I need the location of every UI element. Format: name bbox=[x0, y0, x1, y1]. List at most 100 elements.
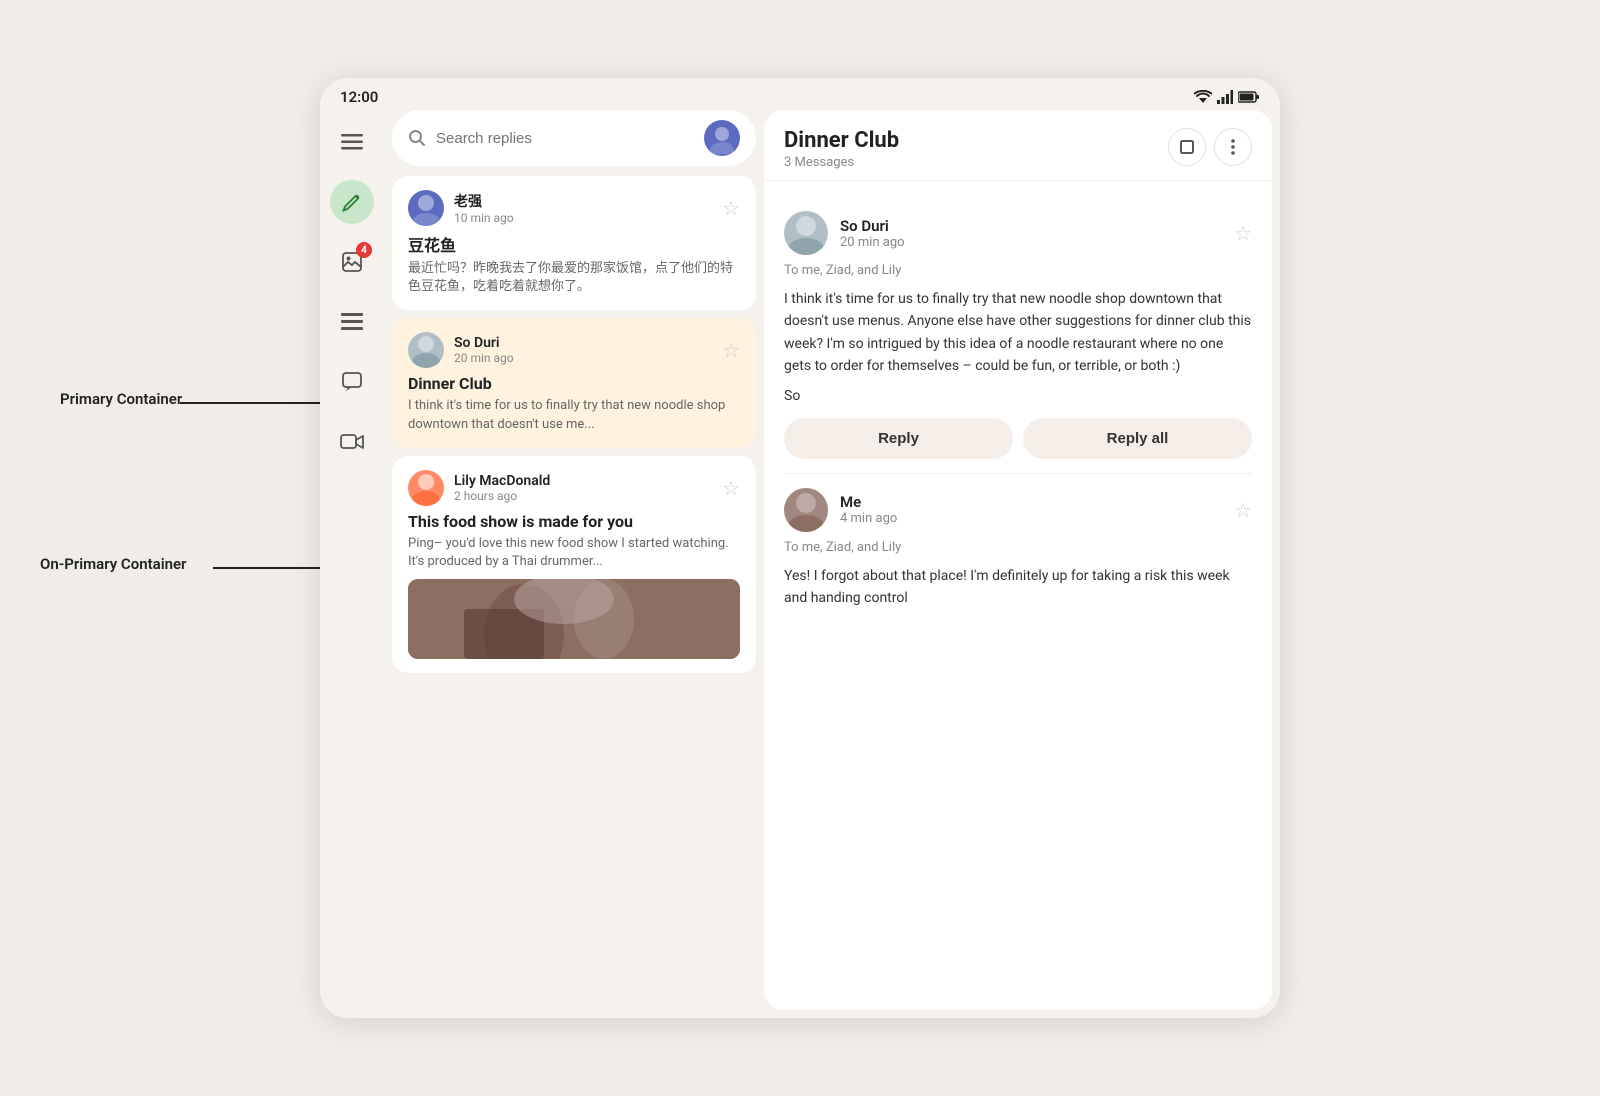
message-item-2: Me 4 min ago ☆ To me, Ziad, and Lily Yes… bbox=[784, 474, 1252, 624]
email-2-sender-details: So Duri 20 min ago bbox=[454, 335, 514, 365]
detail-message-count: 3 Messages bbox=[784, 155, 899, 170]
email-card-1[interactable]: 老强 10 min ago ☆ 豆花鱼 最近忙吗？昨晚我去了你最爱的那家饭馆，点… bbox=[392, 176, 756, 310]
main-area: 4 bbox=[320, 110, 1280, 1018]
email-1-avatar-img bbox=[408, 190, 444, 226]
email-card-3-sender-info: Lily MacDonald 2 hours ago bbox=[408, 470, 550, 506]
compose-button[interactable] bbox=[330, 180, 374, 224]
email-card-2[interactable]: So Duri 20 min ago ☆ Dinner Club I think… bbox=[392, 318, 756, 447]
detail-header: Dinner Club 3 Messages bbox=[764, 110, 1272, 181]
user-avatar-img bbox=[706, 122, 738, 154]
email-3-preview: Ping– you'd love this new food show I st… bbox=[408, 535, 740, 571]
detail-square-btn[interactable] bbox=[1168, 128, 1206, 166]
email-3-subject: This food show is made for you bbox=[408, 512, 740, 531]
detail-title: Dinner Club bbox=[784, 128, 899, 153]
message-1-sign: So bbox=[784, 388, 1252, 404]
sidebar: 4 bbox=[320, 110, 384, 1018]
detail-more-btn[interactable] bbox=[1214, 128, 1252, 166]
email-3-avatar-img bbox=[408, 470, 444, 506]
search-icon bbox=[408, 129, 426, 147]
annotation-primary: Primary Container bbox=[60, 390, 182, 408]
email-3-sender-time: 2 hours ago bbox=[454, 489, 550, 503]
message-2-star[interactable]: ☆ bbox=[1234, 498, 1252, 522]
email-1-star[interactable]: ☆ bbox=[722, 196, 740, 220]
detail-body: So Duri 20 min ago ☆ To me, Ziad, and Li… bbox=[764, 181, 1272, 1010]
message-item-1: So Duri 20 min ago ☆ To me, Ziad, and Li… bbox=[784, 197, 1252, 474]
message-1-time: 20 min ago bbox=[840, 235, 905, 250]
reply-buttons: Reply Reply all bbox=[784, 418, 1252, 459]
chat-icon bbox=[341, 371, 363, 393]
video-icon-btn[interactable] bbox=[330, 420, 374, 464]
video-icon bbox=[340, 433, 364, 451]
message-1-body: I think it's time for us to finally try … bbox=[784, 288, 1252, 378]
annotation-on-primary: On-Primary Container bbox=[40, 555, 186, 573]
email-2-subject: Dinner Club bbox=[408, 374, 740, 393]
email-2-preview: I think it's time for us to finally try … bbox=[408, 397, 740, 433]
message-2-body: Yes! I forgot about that place! I'm defi… bbox=[784, 565, 1252, 610]
message-2-to: To me, Ziad, and Lily bbox=[784, 540, 1252, 555]
email-3-sender-details: Lily MacDonald 2 hours ago bbox=[454, 473, 550, 503]
annotation-on-primary-line-h bbox=[213, 567, 329, 569]
pencil-icon bbox=[342, 192, 362, 212]
message-1-sender: So Duri 20 min ago bbox=[784, 211, 905, 255]
email-3-avatar bbox=[408, 470, 444, 506]
notification-badge: 4 bbox=[356, 242, 372, 258]
email-2-sender-name: So Duri bbox=[454, 335, 514, 351]
detail-actions bbox=[1168, 128, 1252, 166]
reply-all-button[interactable]: Reply all bbox=[1023, 418, 1252, 459]
email-1-sender-time: 10 min ago bbox=[454, 211, 514, 225]
email-3-sender-name: Lily MacDonald bbox=[454, 473, 550, 489]
wifi-icon bbox=[1194, 90, 1212, 104]
message-2-header: Me 4 min ago ☆ bbox=[784, 488, 1252, 532]
battery-icon bbox=[1238, 91, 1260, 103]
email-1-sender-details: 老强 10 min ago bbox=[454, 191, 514, 225]
sidebar-menu-icon[interactable] bbox=[330, 120, 374, 164]
email-3-image bbox=[408, 579, 740, 659]
email-1-preview: 最近忙吗？昨晚我去了你最爱的那家饭馆，点了他们的特色豆花鱼，吃着吃着就想你了。 bbox=[408, 260, 740, 296]
email-card-3[interactable]: Lily MacDonald 2 hours ago ☆ This food s… bbox=[392, 456, 756, 673]
search-input[interactable] bbox=[436, 130, 694, 147]
message-1-star[interactable]: ☆ bbox=[1234, 221, 1252, 245]
message-2-meta: Me 4 min ago bbox=[840, 493, 897, 526]
detail-title-area: Dinner Club 3 Messages bbox=[784, 128, 899, 170]
email-card-3-header: Lily MacDonald 2 hours ago ☆ bbox=[408, 470, 740, 506]
email-1-avatar bbox=[408, 190, 444, 226]
user-avatar bbox=[704, 120, 740, 156]
message-2-avatar bbox=[784, 488, 828, 532]
message-2-sender: Me 4 min ago bbox=[784, 488, 897, 532]
me-avatar-img bbox=[784, 488, 828, 532]
email-2-star[interactable]: ☆ bbox=[722, 338, 740, 362]
email-1-subject: 豆花鱼 bbox=[408, 232, 740, 256]
email-list: 老强 10 min ago ☆ 豆花鱼 最近忙吗？昨晚我去了你最爱的那家饭馆，点… bbox=[384, 110, 764, 1018]
email-1-sender-name: 老强 bbox=[454, 191, 514, 211]
status-icons bbox=[1194, 90, 1260, 104]
message-1-avatar bbox=[784, 211, 828, 255]
status-time: 12:00 bbox=[340, 88, 378, 106]
email-2-avatar-img bbox=[408, 332, 444, 368]
search-bar[interactable] bbox=[392, 110, 756, 166]
annotation-primary-line-h bbox=[180, 402, 328, 404]
email-card-1-header: 老强 10 min ago ☆ bbox=[408, 190, 740, 226]
email-2-avatar bbox=[408, 332, 444, 368]
email-card-2-sender-info: So Duri 20 min ago bbox=[408, 332, 514, 368]
message-2-time: 4 min ago bbox=[840, 511, 897, 526]
phone-container: 12:00 bbox=[320, 78, 1280, 1018]
list-icon bbox=[341, 313, 363, 331]
chat-icon-btn[interactable] bbox=[330, 360, 374, 404]
mail-icon-btn[interactable] bbox=[330, 300, 374, 344]
email-2-sender-time: 20 min ago bbox=[454, 351, 514, 365]
notifications-icon-btn[interactable]: 4 bbox=[330, 240, 374, 284]
email-card-2-header: So Duri 20 min ago ☆ bbox=[408, 332, 740, 368]
message-1-header: So Duri 20 min ago ☆ bbox=[784, 211, 1252, 255]
message-1-name: So Duri bbox=[840, 217, 905, 235]
message-1-meta: So Duri 20 min ago bbox=[840, 217, 905, 250]
reply-button[interactable]: Reply bbox=[784, 418, 1013, 459]
signal-icon bbox=[1217, 90, 1233, 104]
email-3-image-svg bbox=[408, 579, 740, 659]
email-card-1-sender-info: 老强 10 min ago bbox=[408, 190, 514, 226]
message-1-to: To me, Ziad, and Lily bbox=[784, 263, 1252, 278]
soduri-avatar-img bbox=[784, 211, 828, 255]
message-2-name: Me bbox=[840, 493, 897, 511]
email-3-star[interactable]: ☆ bbox=[722, 476, 740, 500]
hamburger-icon bbox=[341, 134, 363, 150]
status-bar: 12:00 bbox=[320, 78, 1280, 110]
